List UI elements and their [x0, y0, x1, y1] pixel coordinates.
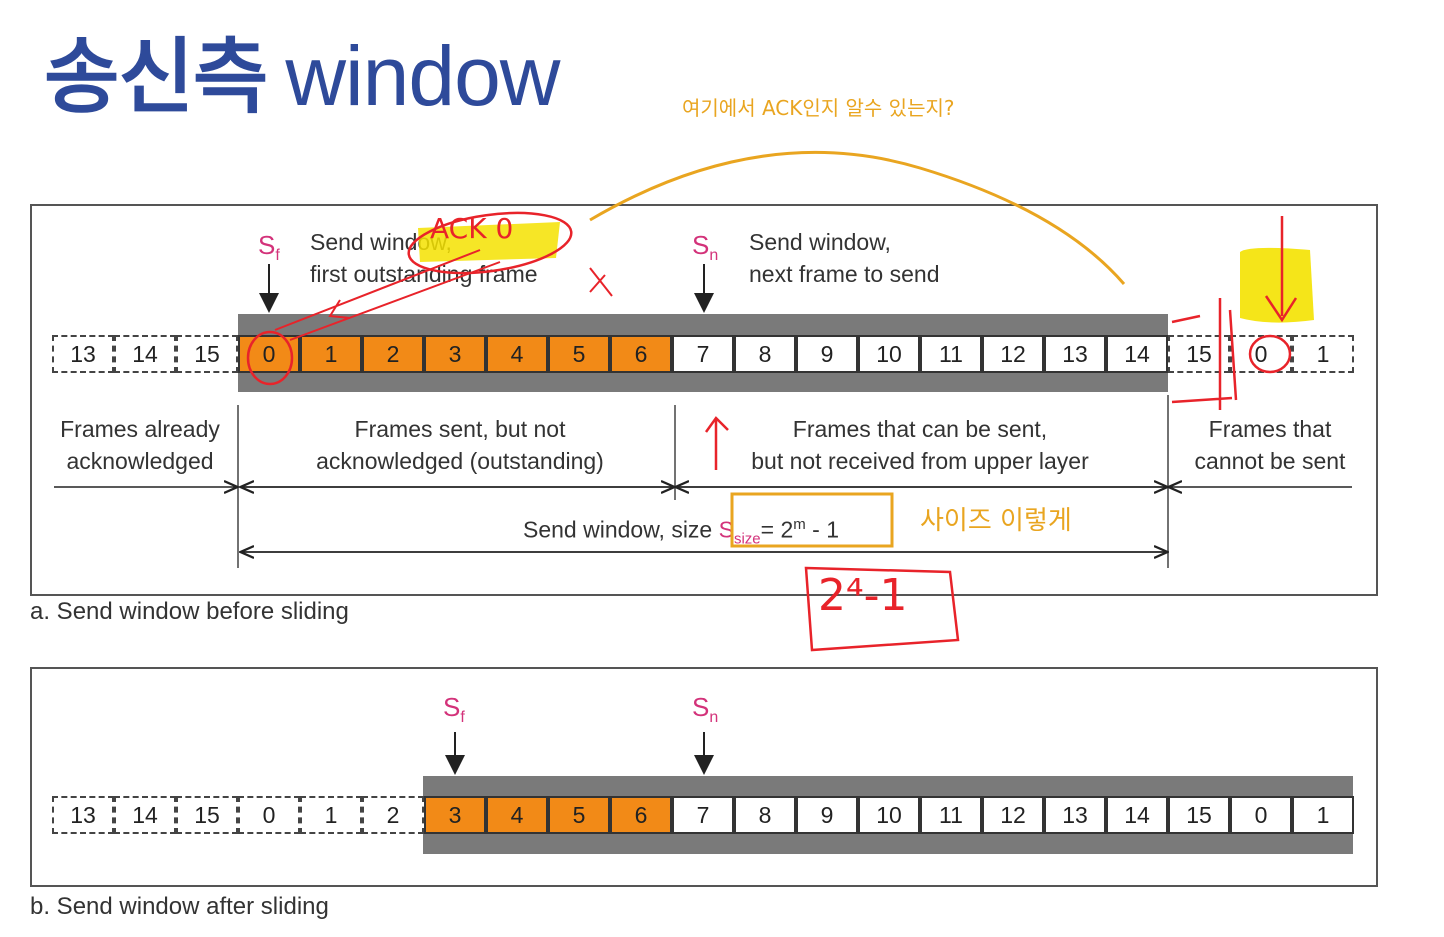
- handwritten-note-size: 사이즈 이렇게: [920, 506, 1072, 536]
- diagram-lines: [54, 150, 1352, 775]
- handwritten-note-ack-question: 여기에서 ACK인지 알수 있는지?: [682, 96, 955, 120]
- handwritten-formula: 2⁴-1: [818, 570, 908, 621]
- handwritten-note-ack0: ACK 0: [430, 212, 514, 245]
